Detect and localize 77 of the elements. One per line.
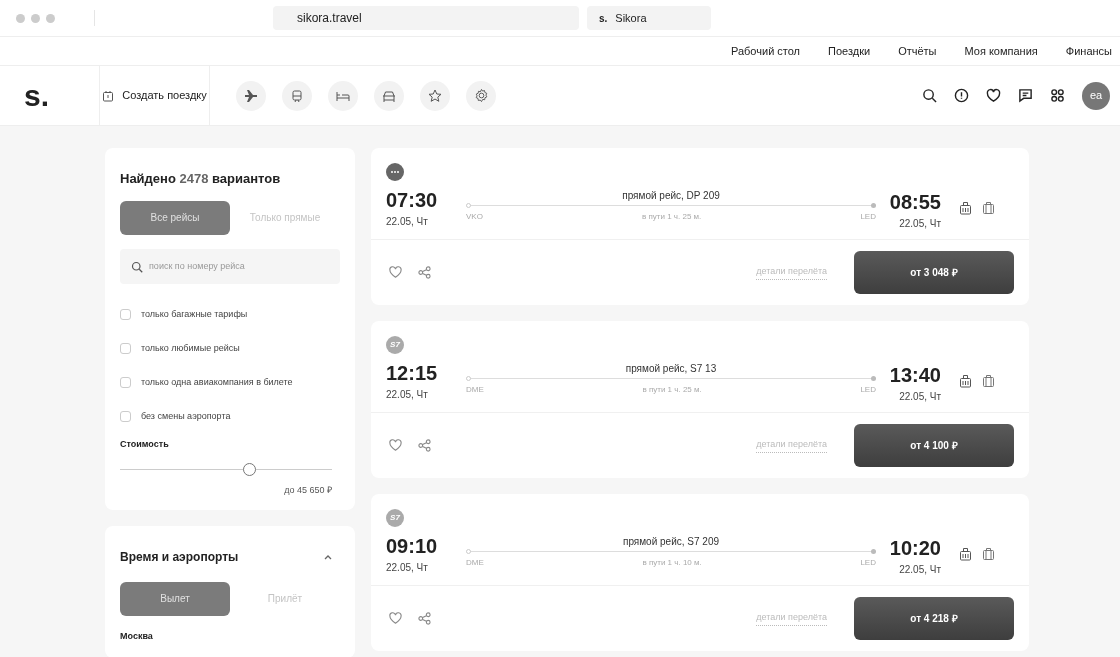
duration-label: в пути 1 ч. 25 м. <box>642 211 702 223</box>
settings-icon[interactable] <box>466 80 496 111</box>
price-button[interactable]: от 4 100 ₽ <box>854 424 1014 467</box>
checkbox-label: без смены аэропорта <box>141 409 231 423</box>
airline-logo-icon <box>386 163 404 181</box>
bed-icon[interactable] <box>328 80 358 111</box>
nav-link[interactable]: Моя компания <box>964 42 1038 60</box>
arrival-time: 08:55 <box>889 190 941 214</box>
hand-luggage-icon <box>959 547 972 561</box>
logo[interactable]: s. <box>0 66 100 125</box>
checkbox[interactable] <box>120 411 131 422</box>
suitcase-icon <box>982 547 995 561</box>
search-field[interactable]: поиск по номеру рейса <box>120 248 340 284</box>
car-icon[interactable] <box>374 80 404 111</box>
arrival-date: 22.05, Чт <box>899 563 941 577</box>
departure-date: 22.05, Чт <box>386 561 429 575</box>
checkbox[interactable] <box>120 343 131 354</box>
duration-label: в пути 1 ч. 25 м. <box>642 384 702 396</box>
plane-icon[interactable] <box>236 80 266 111</box>
share-icon[interactable] <box>418 266 431 279</box>
nav-link[interactable]: Поездки <box>828 42 871 60</box>
price-button[interactable]: от 4 218 ₽ <box>854 597 1014 640</box>
apps-icon[interactable] <box>1050 88 1065 103</box>
checkbox-label: только одна авиакомпания в билете <box>141 375 293 389</box>
share-icon[interactable] <box>418 612 431 625</box>
airport-code: LED <box>860 384 876 396</box>
results-heading: Найдено 2478 вариантов <box>120 170 282 188</box>
arrival-time: 13:40 <box>889 363 941 387</box>
section-title: Стоимость <box>120 437 170 451</box>
browser-tab[interactable]: s. Sikora <box>587 6 711 30</box>
price-button[interactable]: от 3 048 ₽ <box>854 251 1014 294</box>
arrival-time: 10:20 <box>889 536 941 560</box>
city-label: Москва <box>120 629 154 643</box>
section-title: Время и аэропорты <box>120 548 239 566</box>
suitcase-icon <box>982 201 995 215</box>
route-label: прямой рейс, S7 13 <box>625 363 717 375</box>
arrival-date: 22.05, Чт <box>899 217 941 231</box>
checkbox-label: только любимые рейсы <box>141 341 240 355</box>
alert-icon[interactable] <box>954 88 969 103</box>
airport-code: DME <box>466 557 484 569</box>
search-icon <box>131 260 143 273</box>
checkbox[interactable] <box>120 377 131 388</box>
price-limit: до 45 650 ₽ <box>284 484 332 497</box>
airport-code: LED <box>860 211 876 223</box>
departure-time: 09:10 <box>386 534 439 558</box>
checkbox-label: только багажные тарифы <box>141 307 248 321</box>
departure-date: 22.05, Чт <box>386 215 429 229</box>
heart-icon[interactable] <box>986 88 1001 103</box>
hand-luggage-icon <box>959 374 972 388</box>
chat-icon[interactable] <box>1018 88 1033 103</box>
create-trip-button[interactable]: Создать поездку <box>102 87 207 104</box>
nav-link[interactable]: Отчёты <box>898 42 937 60</box>
caret-icon[interactable] <box>324 553 332 560</box>
nav-link[interactable]: Финансы <box>1065 42 1112 60</box>
avatar[interactable]: ea <box>1082 81 1110 110</box>
duration-label: в пути 1 ч. 10 м. <box>642 557 702 569</box>
departure-date: 22.05, Чт <box>386 388 429 402</box>
slider-thumb[interactable] <box>243 463 257 476</box>
hand-luggage-icon <box>959 201 972 215</box>
search-icon[interactable] <box>922 88 937 103</box>
checkbox[interactable] <box>120 309 131 320</box>
airport-code: LED <box>860 557 876 569</box>
airport-code: DME <box>466 384 484 396</box>
address-bar[interactable]: sikora.travel <box>273 6 579 30</box>
airport-code: VKO <box>466 211 483 223</box>
train-icon[interactable] <box>282 80 312 111</box>
calendar-icon <box>102 89 115 102</box>
airline-logo: S7 <box>386 336 404 354</box>
airline-logo: S7 <box>386 509 404 527</box>
route-label: прямой рейс, S7 209 <box>622 536 719 548</box>
share-icon[interactable] <box>418 439 431 452</box>
departure-time: 12:15 <box>386 361 439 385</box>
arrival-date: 22.05, Чт <box>899 390 941 404</box>
suitcase-icon <box>982 374 995 388</box>
departure-time: 07:30 <box>386 188 439 212</box>
route-label: прямой рейс, DP 209 <box>622 190 720 202</box>
nav-link[interactable]: Рабочий стол <box>731 42 801 60</box>
